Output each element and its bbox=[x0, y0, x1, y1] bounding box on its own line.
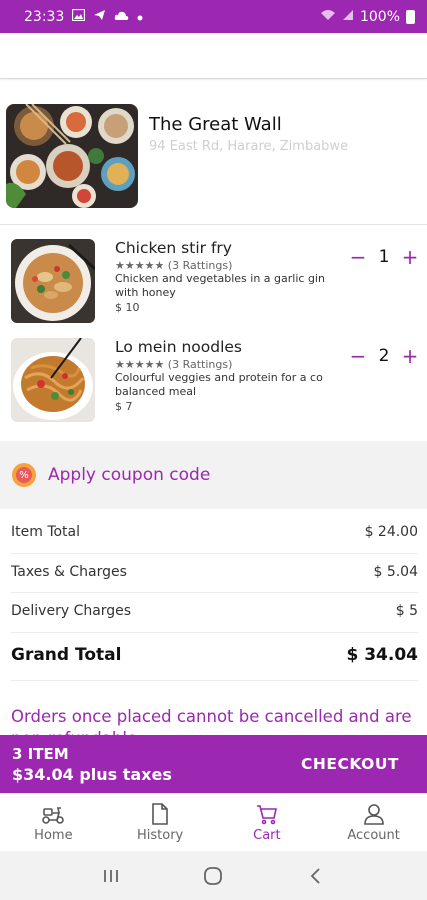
dot-icon bbox=[137, 9, 143, 25]
system-nav-bar bbox=[0, 851, 427, 900]
decrease-quantity-button[interactable]: − bbox=[347, 346, 369, 366]
bill-row-delivery: Delivery Charges $ 5 bbox=[11, 603, 418, 619]
nav-item-home[interactable]: Home bbox=[0, 794, 107, 851]
checkout-summary: 3 ITEM $34.04 plus taxes bbox=[12, 745, 172, 784]
item-rating: ★★★★★ (3 Rattings) bbox=[115, 259, 233, 272]
status-bar: 23:33 100% bbox=[0, 0, 427, 33]
back-button[interactable] bbox=[296, 867, 336, 885]
item-image bbox=[11, 338, 95, 422]
home-button[interactable] bbox=[193, 866, 233, 886]
item-quantity: 1 bbox=[378, 247, 390, 267]
bottom-nav: Home History Cart Account bbox=[0, 793, 427, 851]
restaurant-image bbox=[6, 104, 138, 208]
bill-row-item-total: Item Total $ 24.00 bbox=[11, 524, 418, 540]
person-icon bbox=[363, 803, 385, 825]
status-time: 23:33 bbox=[24, 8, 65, 25]
item-name: Lo mein noodles bbox=[115, 338, 243, 356]
grand-total-label: Grand Total bbox=[11, 645, 122, 665]
quantity-stepper: − 2 + bbox=[347, 346, 421, 366]
bill-divider bbox=[11, 553, 418, 554]
recent-apps-button[interactable] bbox=[91, 868, 131, 884]
checkout-button[interactable]: CHECKOUT bbox=[301, 755, 399, 773]
restaurant-header[interactable]: The Great Wall 94 East Rd, Harare, Zimba… bbox=[6, 104, 421, 208]
item-quantity: 2 bbox=[378, 346, 390, 366]
item-total-value: $ 24.00 bbox=[364, 524, 418, 540]
item-info: Chicken stir fry ★★★★★ (3 Rattings) Chic… bbox=[115, 239, 330, 323]
wifi-icon bbox=[320, 9, 336, 25]
nav-label-account: Account bbox=[347, 827, 400, 843]
signal-icon bbox=[342, 9, 354, 25]
item-description: Colourful veggies and protein for a co b… bbox=[115, 371, 323, 398]
taxes-label: Taxes & Charges bbox=[11, 564, 127, 580]
bill-row-grand-total: Grand Total $ 34.04 bbox=[11, 645, 418, 665]
restaurant-address: 94 East Rd, Harare, Zimbabwe bbox=[149, 139, 349, 154]
grand-total-value: $ 34.04 bbox=[346, 645, 418, 665]
coupon-icon: % bbox=[12, 463, 36, 487]
bill-divider bbox=[11, 680, 418, 681]
item-info: Lo mein noodles ★★★★★ (3 Rattings) Colou… bbox=[115, 338, 330, 422]
increase-quantity-button[interactable]: + bbox=[399, 346, 421, 366]
document-icon bbox=[150, 802, 170, 825]
send-icon bbox=[93, 9, 106, 25]
checkout-total: $34.04 plus taxes bbox=[12, 764, 172, 784]
cart-icon bbox=[256, 803, 278, 825]
item-price: $ 7 bbox=[115, 400, 133, 413]
divider bbox=[0, 224, 427, 225]
nav-label-home: Home bbox=[34, 827, 73, 843]
item-description: Chicken and vegetables in a garlic gin w… bbox=[115, 272, 325, 299]
taxes-value: $ 5.04 bbox=[373, 564, 418, 580]
nav-label-cart: Cart bbox=[253, 827, 281, 843]
decrease-quantity-button[interactable]: − bbox=[347, 247, 369, 267]
restaurant-info: The Great Wall 94 East Rd, Harare, Zimba… bbox=[149, 104, 348, 208]
nav-item-cart[interactable]: Cart bbox=[214, 794, 321, 851]
battery-icon bbox=[406, 9, 415, 24]
checkout-item-count: 3 ITEM bbox=[12, 744, 69, 763]
delivery-label: Delivery Charges bbox=[11, 603, 132, 619]
item-image bbox=[11, 239, 95, 323]
apply-coupon-button[interactable]: % Apply coupon code bbox=[0, 441, 427, 509]
bill-divider bbox=[11, 632, 418, 633]
coupon-label: Apply coupon code bbox=[48, 465, 211, 485]
item-total-label: Item Total bbox=[11, 524, 81, 540]
battery-percent: 100% bbox=[359, 8, 400, 25]
cart-item-chicken-stir-fry: Chicken stir fry ★★★★★ (3 Rattings) Chic… bbox=[11, 239, 421, 323]
increase-quantity-button[interactable]: + bbox=[399, 247, 421, 267]
item-rating: ★★★★★ (3 Rattings) bbox=[115, 358, 233, 371]
quantity-stepper: − 1 + bbox=[347, 247, 421, 267]
nav-label-history: History bbox=[137, 827, 184, 843]
item-name: Chicken stir fry bbox=[115, 239, 232, 257]
checkout-bar[interactable]: 3 ITEM $34.04 plus taxes CHECKOUT bbox=[0, 735, 427, 793]
restaurant-name: The Great Wall bbox=[149, 114, 282, 135]
image-icon bbox=[72, 8, 86, 25]
nav-item-history[interactable]: History bbox=[107, 794, 214, 851]
cloud-icon bbox=[114, 9, 129, 25]
item-price: $ 10 bbox=[115, 301, 140, 314]
status-left: 23:33 bbox=[24, 8, 143, 25]
scooter-icon bbox=[41, 803, 65, 825]
nav-item-account[interactable]: Account bbox=[320, 794, 427, 851]
app-bar bbox=[0, 33, 427, 79]
delivery-value: $ 5 bbox=[395, 603, 418, 619]
bill-divider bbox=[11, 592, 418, 593]
status-right: 100% bbox=[320, 9, 415, 25]
percent-icon: % bbox=[16, 467, 32, 483]
cart-item-lo-mein-noodles: Lo mein noodles ★★★★★ (3 Rattings) Colou… bbox=[11, 338, 421, 422]
cancellation-notice: Orders once placed cannot be cancelled a… bbox=[11, 707, 412, 736]
bill-row-taxes: Taxes & Charges $ 5.04 bbox=[11, 564, 418, 580]
